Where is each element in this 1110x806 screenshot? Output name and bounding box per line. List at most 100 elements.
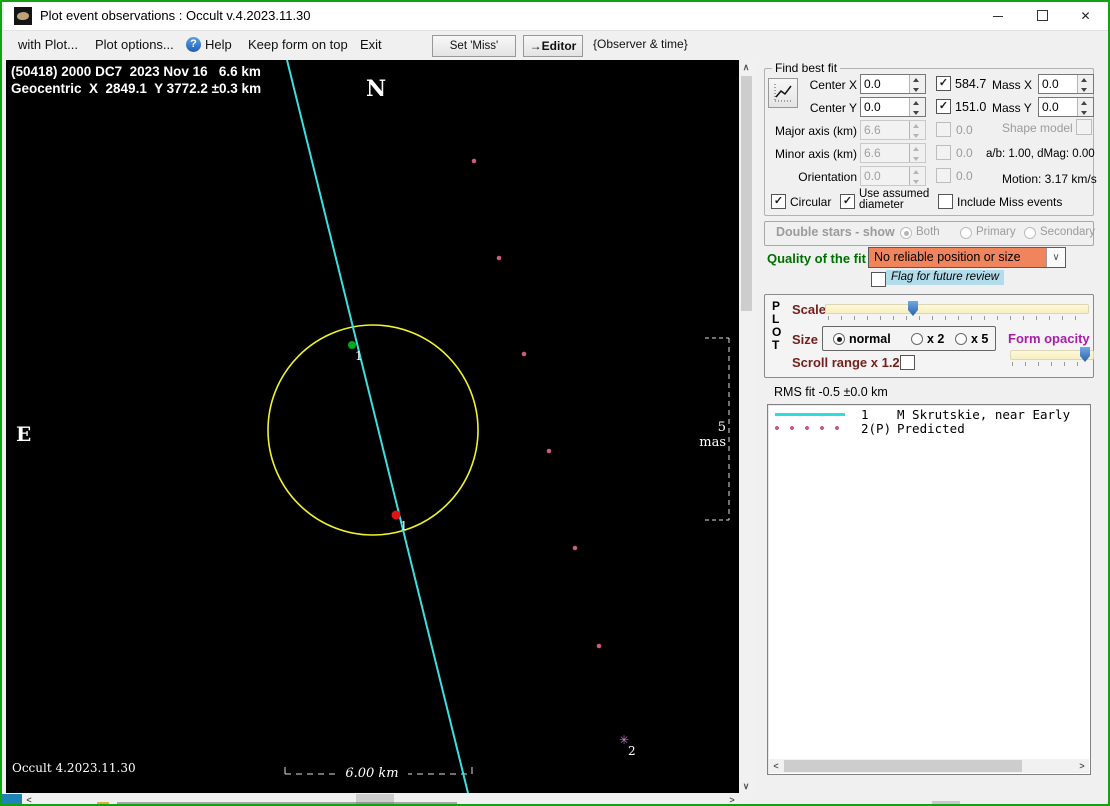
mass-y-spinner[interactable]: 0.0: [1038, 97, 1094, 117]
plot-title-line1: (50418) 2000 DC7 2023 Nov 16 6.6 km: [11, 64, 261, 79]
minimize-icon: [992, 16, 1003, 17]
predicted-path-dot: [572, 545, 578, 551]
plot-horizontal-scrollbar[interactable]: < >: [6, 793, 739, 804]
maximize-icon: [1037, 10, 1048, 21]
help-icon[interactable]: ?: [186, 37, 201, 52]
maximize-button[interactable]: [1020, 2, 1065, 30]
scale-slider-track[interactable]: [825, 304, 1089, 314]
mas-label: 5 mas: [699, 420, 726, 450]
size-x2-radio[interactable]: [911, 333, 923, 345]
center-x-spinner[interactable]: 0.0: [860, 74, 926, 94]
chord-start-point-label: 1: [355, 349, 363, 363]
minor-axis-value: 6.6: [864, 146, 881, 160]
observations-listbox[interactable]: 1 M Skrutskie, near Early 2(P) Predicted…: [767, 404, 1091, 775]
observer-time-label: {Observer & time}: [593, 37, 688, 51]
major-axis-alt-checkbox: [936, 122, 951, 137]
plot-vertical-scrollbar[interactable]: ∧ ∨: [739, 60, 754, 793]
menu-with-plot[interactable]: with Plot...: [18, 37, 78, 52]
plot-letter-l: L: [772, 312, 780, 326]
scroll-down-icon[interactable]: ∨: [739, 779, 753, 793]
ab-dmag-text: a/b: 1.00, dMag: 0.00: [986, 148, 1095, 160]
quality-combobox[interactable]: No reliable position or size ∨: [868, 247, 1066, 268]
spinner-arrows: [909, 121, 925, 139]
double-secondary-radio: [1024, 227, 1036, 239]
plot-letter-o: O: [772, 325, 782, 339]
close-icon: ✕: [1080, 9, 1091, 23]
size-x5-radio[interactable]: [955, 333, 967, 345]
minor-axis-alt-checkbox: [936, 145, 951, 160]
menu-keep-on-top[interactable]: Keep form on top: [248, 37, 348, 52]
chord-start-dot: [348, 341, 356, 349]
circular-checkbox[interactable]: ✓: [771, 194, 786, 209]
window-title: Plot event observations : Occult v.4.202…: [40, 8, 311, 23]
use-assumed-checkbox[interactable]: ✓: [840, 194, 855, 209]
dropdown-arrow-icon[interactable]: ∨: [1046, 248, 1065, 267]
minimize-button[interactable]: [975, 2, 1020, 30]
spinner-arrows[interactable]: [1077, 98, 1093, 116]
menu-help[interactable]: Help: [205, 37, 232, 52]
predicted-path-dot: [496, 255, 502, 261]
orientation-alt-checkbox: [936, 168, 951, 183]
predicted-path-dot: [546, 448, 552, 454]
offset-y-checkbox[interactable]: ✓: [936, 99, 951, 114]
asteroid-limb-circle: [267, 324, 479, 536]
spinner-arrows: [909, 144, 925, 162]
menu-exit[interactable]: Exit: [360, 37, 382, 52]
spinner-arrows[interactable]: [909, 98, 925, 116]
center-x-label: Center X: [809, 78, 857, 92]
scroll-left-icon[interactable]: <: [769, 759, 783, 773]
opacity-slider-ticks: [1012, 362, 1090, 366]
flag-review-label: Flag for future review: [886, 270, 1005, 285]
plot-canvas[interactable]: ✳ (50418) 2000 DC7 2023 Nov 16 6.6 km Ge…: [6, 60, 739, 793]
editor-button[interactable]: →Editor: [523, 35, 583, 57]
size-normal-label: normal: [849, 332, 891, 346]
orientation-label: Orientation: [798, 170, 857, 184]
double-secondary-label: Secondary: [1040, 226, 1095, 238]
size-normal-radio[interactable]: [833, 333, 845, 345]
menu-plot-options[interactable]: Plot options...: [95, 37, 174, 52]
use-assumed-label: Use assumed diameter: [859, 188, 930, 211]
legend-horizontal-scrollbar[interactable]: < >: [769, 759, 1089, 773]
scroll-range-checkbox[interactable]: [900, 355, 915, 370]
legend-pink-dots-swatch: [775, 426, 845, 431]
flag-review-checkbox[interactable]: [871, 272, 886, 287]
orientation-spinner: 0.0: [860, 166, 926, 186]
horizontal-scroll-thumb[interactable]: [356, 794, 394, 804]
double-primary-label: Primary: [976, 226, 1016, 238]
set-miss-times-button[interactable]: Set 'Miss' Times: [432, 35, 516, 72]
scroll-right-icon[interactable]: >: [725, 793, 739, 804]
double-primary-radio: [960, 227, 972, 239]
center-y-spinner[interactable]: 0.0: [860, 97, 926, 117]
plot-version-label: Occult 4.2023.11.30: [12, 761, 136, 775]
orientation-alt-value: 0.0: [956, 169, 973, 183]
size-label: Size: [792, 332, 819, 347]
close-button[interactable]: ✕: [1063, 2, 1108, 30]
shape-model-label: Shape model: [1002, 121, 1073, 135]
legend-scroll-thumb[interactable]: [784, 760, 1022, 772]
offset-x-checkbox[interactable]: ✓: [936, 76, 951, 91]
include-miss-checkbox[interactable]: [938, 194, 953, 209]
menu-bar: with Plot... Plot options... ? Help Keep…: [4, 31, 1108, 72]
north-label: N: [366, 76, 387, 102]
offset-x-value: 584.7: [955, 77, 987, 91]
quality-label: Quality of the fit: [767, 251, 866, 266]
vertical-scroll-thumb[interactable]: [741, 76, 752, 311]
predicted-path-dot: [521, 351, 527, 357]
include-miss-label: Include Miss events: [957, 195, 1063, 209]
double-both-label: Both: [916, 226, 940, 238]
major-axis-label: Major axis (km): [774, 124, 857, 138]
spinner-arrows[interactable]: [909, 75, 925, 93]
legend-item-num: 1: [861, 407, 869, 422]
minor-axis-alt-value: 0.0: [956, 146, 973, 160]
scroll-right-icon[interactable]: >: [1075, 759, 1089, 773]
scroll-up-icon[interactable]: ∧: [739, 60, 753, 74]
legend-item-name: Predicted: [897, 421, 965, 436]
plot-graphics: ✳: [267, 60, 730, 793]
scroll-left-icon[interactable]: <: [22, 793, 36, 804]
size-x2-label: x 2: [927, 332, 945, 346]
mass-x-spinner[interactable]: 0.0: [1038, 74, 1094, 94]
background-window-fragment: [117, 802, 457, 804]
spinner-arrows[interactable]: [1077, 75, 1093, 93]
major-axis-value: 6.6: [864, 123, 881, 137]
background-window-fragment: [932, 801, 960, 804]
